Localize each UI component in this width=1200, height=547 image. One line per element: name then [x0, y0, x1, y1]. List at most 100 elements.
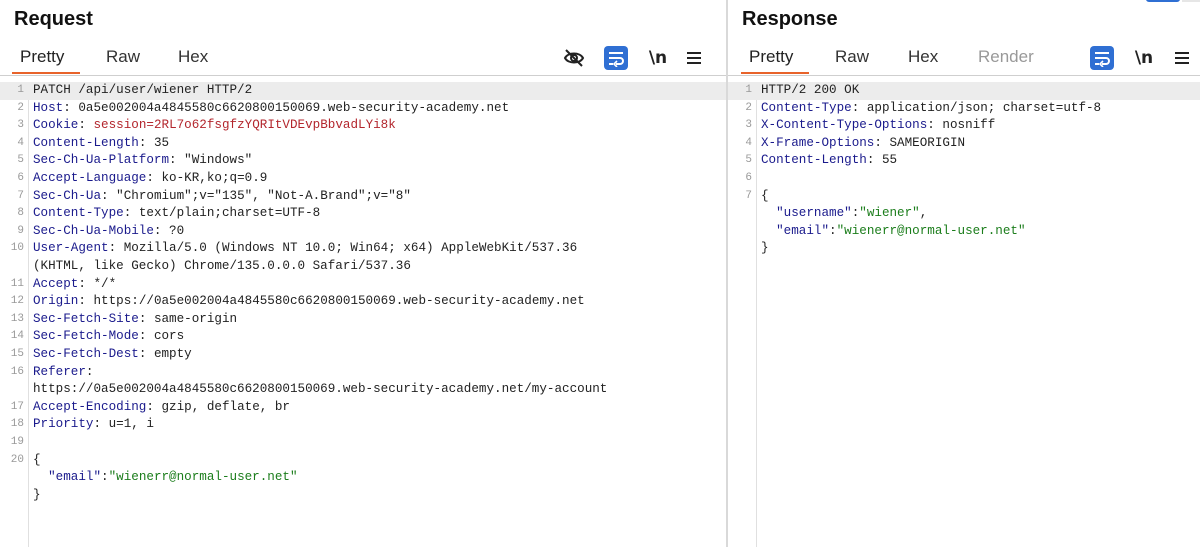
- line-number: 20: [10, 453, 24, 466]
- header-value: SAMEORIGIN: [889, 135, 966, 150]
- code-line: 12 Origin: https://0a5e002004a4845580c662…: [0, 293, 726, 311]
- menu-icon[interactable]: [682, 46, 706, 70]
- tab-render[interactable]: Render: [978, 47, 1034, 67]
- cookie-name: session: [93, 118, 147, 133]
- code-text: Sec-Fetch-Site: same-origin: [33, 311, 238, 326]
- code-line: 16 Referer:: [0, 364, 726, 382]
- header-value: cors: [153, 329, 185, 344]
- code-line: 6: [728, 170, 1200, 188]
- tab-hex[interactable]: Hex: [908, 47, 938, 67]
- code-line: https://0a5e002004a4845580c6620800150069…: [0, 381, 726, 399]
- header-name: X-Content-Type-Options: [761, 118, 928, 133]
- code-text: X-Content-Type-Options: nosniff: [761, 118, 996, 133]
- header-value: 0a5e002004a4845580c6620800150069.web-sec…: [78, 100, 510, 115]
- code-text: Origin: https://0a5e002004a4845580c66208…: [33, 294, 585, 309]
- code-line: }: [728, 240, 1200, 258]
- line-number: 6: [17, 172, 24, 184]
- line-number: 1: [17, 84, 24, 96]
- header-name: Content-Type: [33, 206, 124, 221]
- code-line: 4 Content-Length: 35: [0, 135, 726, 153]
- response-panel: Response Pretty Raw Hex Render \n 1 HTTP/…: [728, 0, 1200, 547]
- code-text: "email":"wienerr@normal-user.net": [48, 470, 298, 485]
- layout-toggle[interactable]: [1146, 0, 1200, 2]
- code-line: 18 Priority: u=1, i: [0, 416, 726, 434]
- header-name: Sec-Fetch-Dest: [33, 347, 139, 361]
- code-line: 7 Sec-Ch-Ua: "Chromium";v="135", "Not-A.B…: [0, 188, 726, 206]
- line-number: 15: [10, 348, 24, 360]
- json-key: "username": [776, 206, 852, 221]
- request-toolbar: \n: [562, 46, 712, 70]
- code-line: 5 Sec-Ch-Ua-Platform: "Windows": [0, 152, 726, 170]
- code-text: "username":"wiener",: [776, 206, 928, 221]
- header-value: */*: [93, 276, 117, 291]
- line-number: 7: [745, 189, 752, 202]
- json-comma: ,: [919, 206, 928, 221]
- header-value: text/plain;charset=UTF-8: [138, 206, 321, 221]
- code-text: Content-Length: 35: [33, 135, 170, 150]
- header-name: Sec-Ch-Ua-Mobile: [33, 223, 154, 238]
- line-number: 4: [745, 136, 752, 149]
- line-number: 6: [745, 172, 752, 184]
- code-text: {: [761, 188, 1196, 206]
- line-text: }: [33, 487, 41, 502]
- code-text: X-Frame-Options: SAMEORIGIN: [761, 135, 966, 150]
- line-text: (KHTML, like Gecko) Chrome/135.0.0.0 Saf…: [33, 259, 411, 273]
- header-name: Content-Type: [761, 100, 852, 115]
- code-text: PATCH /api/user/wiener HTTP/2: [33, 82, 722, 100]
- code-line: 20 {: [0, 452, 726, 470]
- header-name: Sec-Fetch-Site: [33, 311, 139, 326]
- tab-pretty[interactable]: Pretty: [749, 47, 793, 67]
- code-text: {: [33, 452, 722, 470]
- header-name: X-Frame-Options: [761, 135, 875, 150]
- tab-raw[interactable]: Raw: [106, 47, 140, 67]
- code-line: 3 Cookie: session=2RL7o62fsgfzYQRItVDEvpB…: [0, 117, 726, 135]
- json-value: "wienerr@normal-user.net": [836, 223, 1026, 238]
- header-name: Sec-Ch-Ua-Platform: [33, 153, 170, 168]
- wrap-lines-icon[interactable]: [604, 46, 628, 70]
- header-name: Sec-Fetch-Mode: [33, 329, 139, 344]
- code-text: Priority: u=1, i: [33, 417, 154, 432]
- response-editor[interactable]: 1 HTTP/2 200 OK 2 Content-Type: application…: [728, 82, 1200, 547]
- request-editor[interactable]: 1 PATCH /api/user/wiener HTTP/2 2 Host: 0a5…: [0, 82, 726, 547]
- code-text: Sec-Ch-Ua: "Chromium";v="135", "Not-A.Br…: [33, 188, 411, 203]
- line-text: HTTP/2 200 OK: [761, 83, 860, 97]
- header-divider: [0, 75, 726, 76]
- response-toolbar: \n: [1090, 46, 1198, 70]
- code-text: "email":"wienerr@normal-user.net": [776, 223, 1026, 238]
- tab-hex[interactable]: Hex: [178, 47, 208, 67]
- tab-pretty[interactable]: Pretty: [20, 47, 64, 67]
- code-text: }: [761, 240, 1196, 258]
- header-name: Accept: [33, 276, 79, 291]
- line-number: 13: [10, 312, 24, 325]
- wrap-lines-icon[interactable]: [1090, 46, 1114, 70]
- newline-icon[interactable]: \n: [646, 46, 670, 70]
- line-number: 5: [745, 154, 752, 167]
- line-text: https://0a5e002004a4845580c6620800150069…: [33, 382, 608, 397]
- code-text: Referer:: [33, 364, 94, 379]
- code-text: Sec-Ch-Ua-Platform: "Windows": [33, 153, 253, 168]
- header-value: Mozilla/5.0 (Windows NT 10.0; Win64; x64…: [123, 241, 578, 256]
- hide-nonprintable-icon[interactable]: [562, 46, 586, 70]
- header-value: https://0a5e002004a4845580c6620800150069…: [93, 294, 585, 309]
- json-key: "email": [48, 470, 102, 485]
- code-line: 1 HTTP/2 200 OK: [728, 82, 1200, 100]
- newline-label: \n: [648, 48, 668, 68]
- header-value: nosniff: [942, 118, 996, 133]
- json-value: "wienerr@normal-user.net": [108, 470, 298, 485]
- code-line: 10 User-Agent: Mozilla/5.0 (Windows NT 10…: [0, 240, 726, 258]
- code-line: 19: [0, 434, 726, 452]
- line-text: {: [761, 188, 769, 203]
- tab-raw[interactable]: Raw: [835, 47, 869, 67]
- newline-icon[interactable]: \n: [1132, 46, 1156, 70]
- code-line: 2 Content-Type: application/json; charset…: [728, 100, 1200, 118]
- line-number: 12: [10, 295, 24, 308]
- code-line: 9 Sec-Ch-Ua-Mobile: ?0: [0, 223, 726, 241]
- active-tab-indicator: [741, 72, 809, 74]
- code-text: Cookie: session=2RL7o62fsgfzYQRItVDEvpBb…: [33, 118, 396, 133]
- code-text: Accept-Language: ko-KR,ko;q=0.9: [33, 171, 268, 185]
- menu-icon[interactable]: [1170, 46, 1194, 70]
- request-panel: Request Pretty Raw Hex \n 1 PATCH /api/us…: [0, 0, 726, 547]
- code-line: 2 Host: 0a5e002004a4845580c6620800150069.…: [0, 100, 726, 118]
- code-line: "email":"wienerr@normal-user.net": [0, 469, 726, 487]
- code-text: Sec-Fetch-Mode: cors: [33, 329, 185, 344]
